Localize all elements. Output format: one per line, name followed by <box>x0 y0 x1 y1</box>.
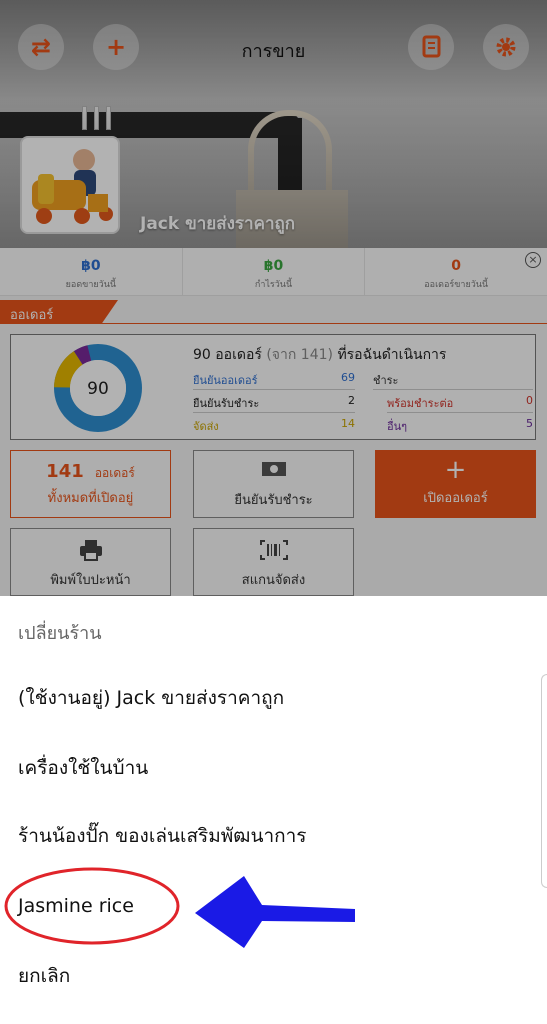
shop-option-household[interactable]: เครื่องใช้ในบ้าน <box>18 750 518 786</box>
sheet-title: เปลี่ยนร้าน <box>18 623 102 644</box>
scrollbar[interactable] <box>541 674 547 888</box>
shop-option-active[interactable]: (ใช้งานอยู่) Jack ขายส่งราคาถูก <box>18 680 518 716</box>
change-shop-sheet: เปลี่ยนร้าน (ใช้งานอยู่) Jack ขายส่งราคา… <box>0 596 547 1024</box>
shop-option-jasmine-rice[interactable]: Jasmine rice <box>18 888 518 924</box>
cancel-option[interactable]: ยกเลิก <box>18 958 518 994</box>
modal-overlay[interactable] <box>0 0 547 596</box>
sales-screen-background: ⇄ + การขาย Jack ขายส่งราคาถูก ฿0 ยอดขายว… <box>0 0 547 596</box>
shop-option-toys[interactable]: ร้านน้องปั๊ก ของเล่นเสริมพัฒนาการ <box>18 818 518 854</box>
